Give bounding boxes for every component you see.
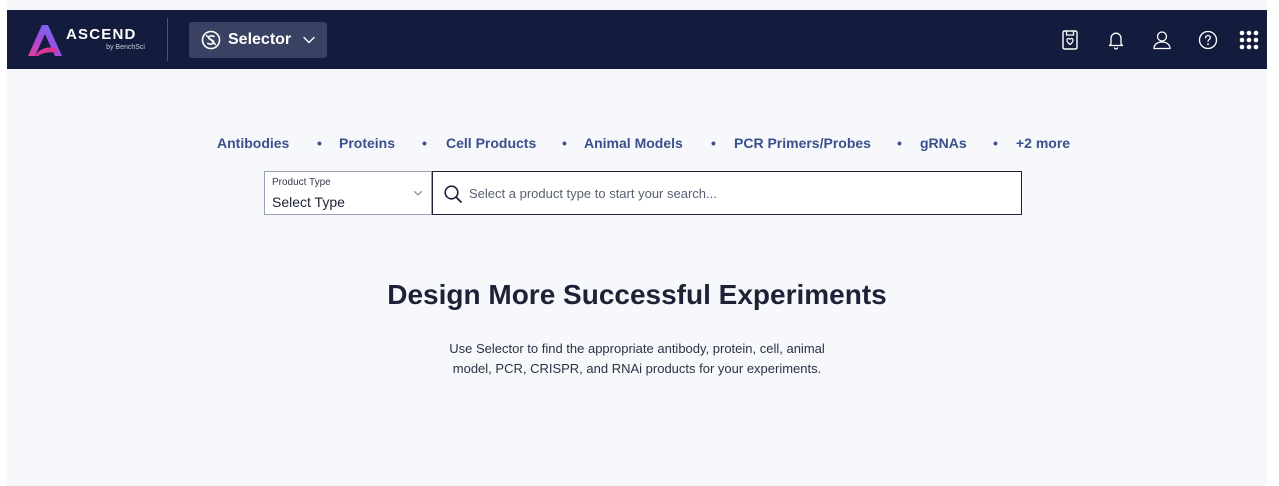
window-edge [0, 0, 7, 486]
category-separator: • [993, 135, 998, 151]
page: ASCEND by BenchSci Selector Antibodies •… [0, 0, 1279, 486]
category-link-proteins[interactable]: Proteins [339, 134, 395, 152]
selector-app-switcher-button[interactable]: Selector [189, 22, 327, 58]
product-type-select[interactable]: Product Type Select Type [264, 171, 432, 215]
selector-label: Selector [228, 31, 292, 48]
saved-document-icon[interactable] [1058, 28, 1082, 52]
brand-subtitle: by BenchSci [106, 44, 145, 51]
help-icon[interactable] [1196, 28, 1220, 52]
brand-name: ASCEND [66, 26, 137, 43]
chevron-down-icon [413, 190, 423, 196]
app-main: ASCEND by BenchSci Selector Antibodies •… [7, 0, 1267, 486]
hero-description-line: Use Selector to find the appropriate ant… [449, 341, 825, 356]
category-separator: • [562, 135, 567, 151]
ascend-logo-icon[interactable] [25, 23, 65, 57]
bell-icon[interactable] [1104, 28, 1128, 52]
category-link-animal-models[interactable]: Animal Models [584, 134, 683, 152]
header-divider [167, 18, 168, 61]
category-separator: • [422, 135, 427, 151]
category-separator: • [317, 135, 322, 151]
search-box [432, 171, 1022, 215]
hero-title: Design More Successful Experiments [387, 279, 887, 310]
category-separator: • [711, 135, 716, 151]
product-type-value: Select Type [272, 194, 345, 210]
product-type-label: Product Type [272, 177, 331, 188]
category-link-antibodies[interactable]: Antibodies [217, 134, 289, 152]
selector-icon [201, 30, 221, 50]
hero-description: Use Selector to find the appropriate ant… [407, 339, 867, 379]
category-more-link[interactable]: +2 more [1016, 134, 1070, 152]
search-icon [444, 185, 462, 203]
user-icon[interactable] [1150, 28, 1174, 52]
search-input[interactable] [469, 182, 1009, 204]
top-navigation-bar: ASCEND by BenchSci Selector [7, 10, 1267, 69]
chevron-down-icon [303, 36, 315, 44]
app-grid-icon[interactable] [1237, 28, 1261, 52]
category-separator: • [897, 135, 902, 151]
category-link-grnas[interactable]: gRNAs [920, 134, 967, 152]
hero-description-line: model, PCR, CRISPR, and RNAi products fo… [452, 361, 822, 376]
category-link-pcr-primers-probes[interactable]: PCR Primers/Probes [734, 134, 871, 152]
category-link-cell-products[interactable]: Cell Products [446, 134, 536, 152]
